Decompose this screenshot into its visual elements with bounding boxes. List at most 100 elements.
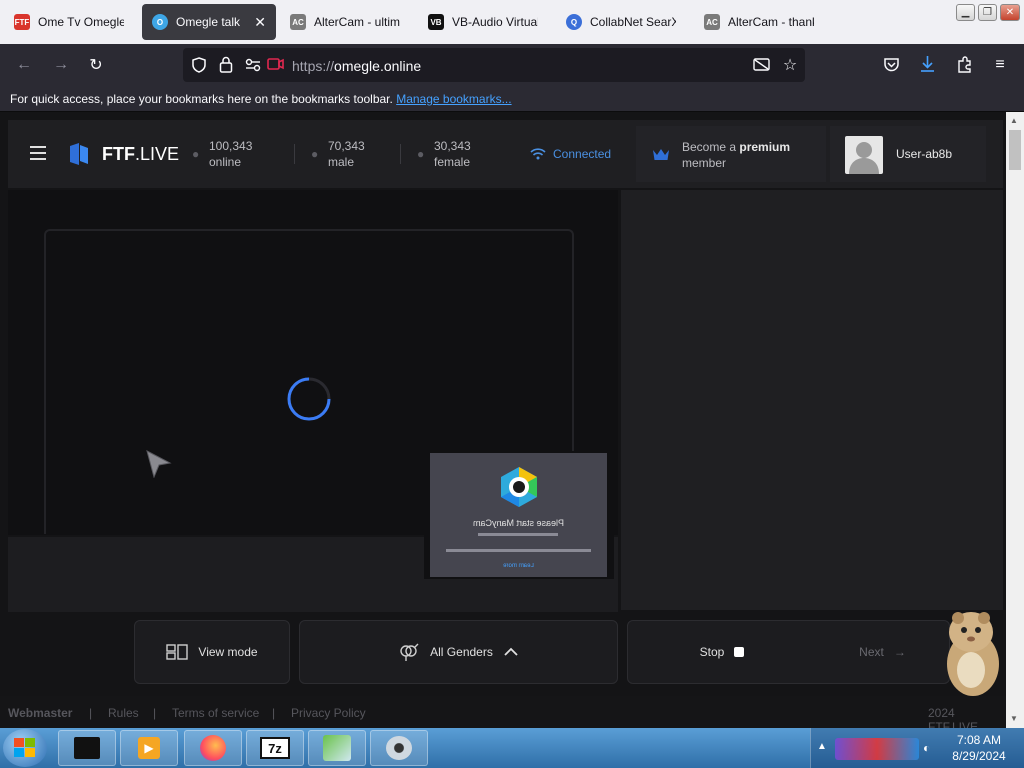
installer-icon — [323, 735, 351, 761]
restore-button[interactable]: ❐ — [978, 4, 997, 21]
tab-ome-tv[interactable]: FTF Ome Tv Omegle — [4, 4, 138, 40]
lock-icon[interactable] — [219, 56, 233, 73]
tab-title: VB-Audio Virtual — [452, 15, 538, 29]
forward-arrow-icon[interactable]: → — [50, 54, 72, 76]
omegle-favicon-icon: O — [152, 14, 168, 30]
view-mode-label: View mode — [198, 645, 258, 659]
screen-share-icon[interactable] — [753, 57, 770, 73]
permissions-icon[interactable] — [245, 57, 261, 73]
system-tray: ▲ ◐ 7:08 AM 8/29/2024 — [810, 728, 1024, 768]
hamster-sticker-icon — [947, 612, 999, 696]
arrow-right-icon: → — [893, 645, 906, 659]
taskbar-app-installer[interactable] — [308, 730, 366, 766]
download-icon[interactable] — [919, 55, 936, 73]
clock[interactable]: 7:08 AM 8/29/2024 — [937, 732, 1021, 764]
gender-filter-button[interactable]: All Genders — [299, 620, 618, 684]
divider — [294, 144, 295, 164]
taskbar-app-file-manager[interactable] — [58, 730, 116, 766]
extensions-icon[interactable] — [956, 56, 973, 73]
footer-link-rules[interactable]: Rules — [108, 706, 139, 720]
close-tab-icon[interactable]: ✕ — [254, 14, 266, 31]
tab-bar: FTF Ome Tv Omegle O Omegle talk to ✕ AC … — [0, 0, 1024, 44]
scroll-thumb[interactable] — [1009, 130, 1021, 170]
media-player-icon: ▶ — [138, 737, 160, 759]
vb-audio-favicon-icon: VB — [428, 14, 444, 30]
scroll-down-icon[interactable]: ▼ — [1010, 714, 1018, 723]
tray-expand-icon[interactable]: ▲ — [817, 741, 827, 752]
footer-link-webmaster[interactable]: Webmaster — [8, 706, 72, 720]
connection-status: Connected — [553, 147, 612, 161]
shield-icon[interactable] — [191, 57, 207, 73]
footer-link-privacy[interactable]: Privacy Policy — [291, 706, 366, 720]
pocket-icon[interactable] — [883, 57, 900, 73]
clock-date: 8/29/2024 — [952, 749, 1006, 763]
ftf-logo-icon[interactable] — [68, 142, 90, 166]
stop-label: Stop — [699, 645, 725, 659]
clock-time: 7:08 AM — [956, 733, 1002, 747]
taskbar-app-7zip[interactable]: 7z — [246, 730, 304, 766]
url-bar[interactable]: https://omegle.online ☆ — [183, 48, 805, 82]
site-footer: Webmaster | Rules | Terms of service | P… — [0, 696, 1006, 734]
wifi-icon — [530, 148, 546, 160]
navigation-bar: ← → ↻ https://omegle.online ☆ ≡ — [0, 44, 1024, 86]
default-avatar-icon — [849, 142, 879, 174]
bookmark-star-icon[interactable]: ☆ — [779, 54, 801, 76]
premium-banner[interactable]: Become a premium member — [636, 126, 826, 182]
tab-vb-audio[interactable]: VB VB-Audio Virtual — [418, 4, 552, 40]
tab-title: Omegle talk to — [176, 15, 241, 29]
search-favicon-icon: Q — [566, 14, 582, 30]
stop-square-icon — [734, 647, 745, 657]
windows-logo-icon — [14, 738, 35, 757]
manycam-preview: Please start ManyCam Learn more — [430, 453, 607, 577]
taskbar: ▶ 7z ▲ ◐ 7:08 AM 8/29/2024 — [0, 728, 1024, 768]
taskbar-app-firefox[interactable] — [184, 730, 242, 766]
crown-icon — [653, 149, 669, 160]
footer-separator: | — [153, 706, 157, 720]
web-page: FTF.LIVE ● 100,343 online ● 70,343 male ● … — [0, 112, 1006, 734]
altercam-favicon-icon: AC — [704, 14, 720, 30]
black-box-icon — [74, 737, 100, 759]
divider — [400, 144, 401, 164]
tab-altercam-thanks[interactable]: AC AlterCam - thank — [694, 4, 828, 40]
tab-altercam[interactable]: AC AlterCam - ultima — [280, 4, 414, 40]
close-window-button[interactable]: ✕ — [1000, 4, 1020, 21]
premium-line2: member — [682, 156, 727, 170]
online-count: 100,343 online — [209, 139, 253, 169]
tab-omegle-talk[interactable]: O Omegle talk to ✕ — [142, 4, 276, 40]
avatar — [845, 136, 883, 174]
footer-link-terms[interactable]: Terms of service — [172, 706, 259, 720]
tab-title: CollabNet SearXN — [590, 15, 676, 29]
hamburger-menu-icon[interactable] — [30, 146, 46, 160]
loading-spinner-icon — [287, 377, 331, 421]
mouse-cursor-icon — [146, 450, 172, 478]
manycam-logo-icon — [501, 467, 537, 507]
stranger-video-panel — [621, 190, 1003, 610]
back-arrow-icon[interactable]: ← — [13, 54, 35, 76]
next-button[interactable]: Next → — [816, 620, 950, 684]
tab-title: Ome Tv Omegle — [38, 15, 124, 29]
manycam-link[interactable]: Learn more — [430, 563, 607, 569]
user-menu[interactable]: User-ab8b — [830, 126, 986, 182]
taskbar-app-media-player[interactable]: ▶ — [120, 730, 178, 766]
stop-button[interactable]: Stop — [627, 620, 817, 684]
reload-icon[interactable]: ↻ — [85, 54, 107, 76]
camera-in-use-icon[interactable] — [267, 57, 284, 71]
site-logo[interactable]: FTF.LIVE — [102, 144, 179, 165]
taskbar-app-webcam[interactable] — [370, 730, 428, 766]
url-text: https://omegle.online — [292, 58, 422, 74]
menu-icon[interactable]: ≡ — [989, 54, 1011, 76]
page-scrollbar[interactable]: ▲ ▼ — [1006, 112, 1024, 728]
altercam-favicon-icon: AC — [290, 14, 306, 30]
tray-icons[interactable] — [835, 738, 919, 760]
view-mode-button[interactable]: View mode — [134, 620, 290, 684]
bookmarks-hint: For quick access, place your bookmarks h… — [10, 92, 393, 106]
tab-collabnet-searx[interactable]: Q CollabNet SearXN — [556, 4, 690, 40]
network-icon[interactable]: ◐ — [923, 741, 930, 755]
scroll-up-icon[interactable]: ▲ — [1010, 116, 1018, 125]
minimize-button[interactable]: ▁ — [956, 4, 975, 21]
text-line — [478, 533, 558, 536]
male-user-icon: ● — [311, 147, 319, 161]
manage-bookmarks-link[interactable]: Manage bookmarks... — [396, 92, 511, 106]
start-button[interactable] — [3, 729, 47, 767]
premium-text: Become a — [682, 140, 737, 154]
